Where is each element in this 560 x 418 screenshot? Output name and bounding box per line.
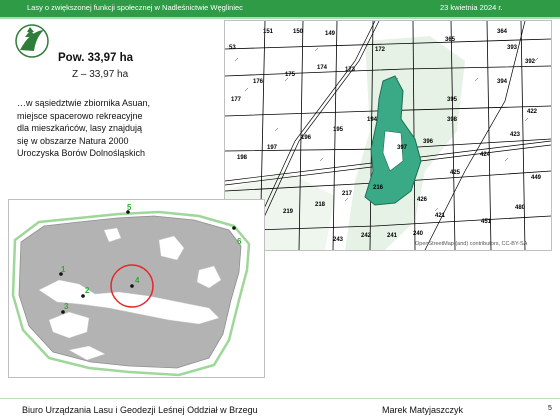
compartment-label: 422 (527, 109, 538, 115)
compartment-label: 426 (417, 197, 428, 203)
footer-author: Marek Matyjaszczyk (382, 405, 464, 415)
compartment-label: 217 (342, 191, 353, 197)
forestry-logo (14, 23, 50, 59)
compartment-label: 174 (317, 65, 328, 71)
header-bar: Lasy o zwiększonej funkcji społecznej w … (0, 0, 560, 17)
compartment-label: 480 (515, 205, 526, 211)
compartment-label: 151 (263, 29, 274, 35)
compartment-label: 150 (293, 29, 304, 35)
footer-divider (0, 398, 560, 399)
footer-organization: Biuro Urządzania Lasu i Geodezji Leśnej … (22, 405, 258, 415)
location-marker-label: 2 (85, 286, 90, 295)
compartment-label: 397 (397, 145, 408, 151)
presentation-date: 23 kwietnia 2024 r. (440, 3, 503, 12)
compartment-label: 219 (283, 209, 294, 215)
area-breakdown: Z – 33,97 ha (72, 69, 129, 80)
compartment-label: 176 (253, 79, 264, 85)
compartment-label: 195 (333, 127, 344, 133)
compartment-label: 172 (375, 47, 386, 53)
compartment-label: 216 (373, 185, 384, 191)
compartment-label: 394 (497, 79, 508, 85)
slide-number: 5 (548, 405, 552, 412)
compartment-label: 449 (531, 175, 542, 181)
compartment-label: 398 (447, 117, 458, 123)
location-marker-label: 5 (127, 203, 132, 212)
area-total: Pow. 33,97 ha (58, 52, 133, 64)
compartment-label: 395 (447, 97, 458, 103)
location-marker-label: 3 (64, 302, 69, 311)
description-line: dla mieszkańców, lasy znajdują (17, 123, 143, 133)
compartment-label: 424 (480, 152, 491, 158)
compartment-label: 196 (301, 135, 312, 141)
compartment-label: 242 (361, 233, 372, 239)
description-line: …w sąsiedztwie zbiornika Asuan, (17, 98, 151, 108)
compartment-label: 198 (237, 155, 248, 161)
compartment-label: 425 (450, 170, 461, 176)
compartment-label: 243 (333, 237, 344, 243)
compartment-label: 396 (423, 139, 434, 145)
compartment-label: 177 (231, 97, 242, 103)
compartment-label: 393 (507, 45, 518, 51)
description-line: się w obszarze Natura 2000 (17, 135, 129, 146)
header-divider (0, 17, 560, 19)
presentation-title: Lasy o zwiększonej funkcji społecznej w … (27, 3, 243, 12)
compartment-label: 240 (413, 231, 424, 237)
compartment-label: 175 (285, 72, 296, 78)
description-line: miejsce spacerowo rekreacyjne (17, 110, 143, 121)
forest-compartment-map: 151 150 149 172 365 364 393 176 175 174 … (224, 20, 552, 251)
compartment-label: 421 (435, 213, 446, 219)
compartment-label: 451 (481, 219, 492, 225)
map-credit: OpenStreetMap (and) contributors, CC-BY-… (415, 241, 528, 247)
compartment-label: 392 (525, 59, 536, 65)
compartment-label: 241 (387, 233, 398, 239)
compartment-label: 149 (325, 31, 336, 37)
compartment-label: 364 (497, 29, 508, 35)
site-description: …w sąsiedztwie zbiornika Asuan, miejsce … (17, 97, 212, 160)
compartment-label: 194 (367, 117, 378, 123)
location-marker-label: 6 (237, 237, 242, 246)
location-marker-label: 1 (61, 265, 66, 274)
compartment-label: 173 (345, 67, 356, 73)
overview-map: 5 6 4 1 2 3 (8, 199, 265, 378)
compartment-label: 197 (267, 145, 278, 151)
compartment-label: 423 (510, 132, 521, 138)
compartment-label: 218 (315, 202, 326, 208)
description-line: Uroczyska Borów Dolnośląskich (17, 148, 146, 158)
location-marker-label: 4 (135, 276, 140, 285)
compartment-label: 53 (229, 45, 236, 51)
compartment-label: 365 (445, 37, 456, 43)
